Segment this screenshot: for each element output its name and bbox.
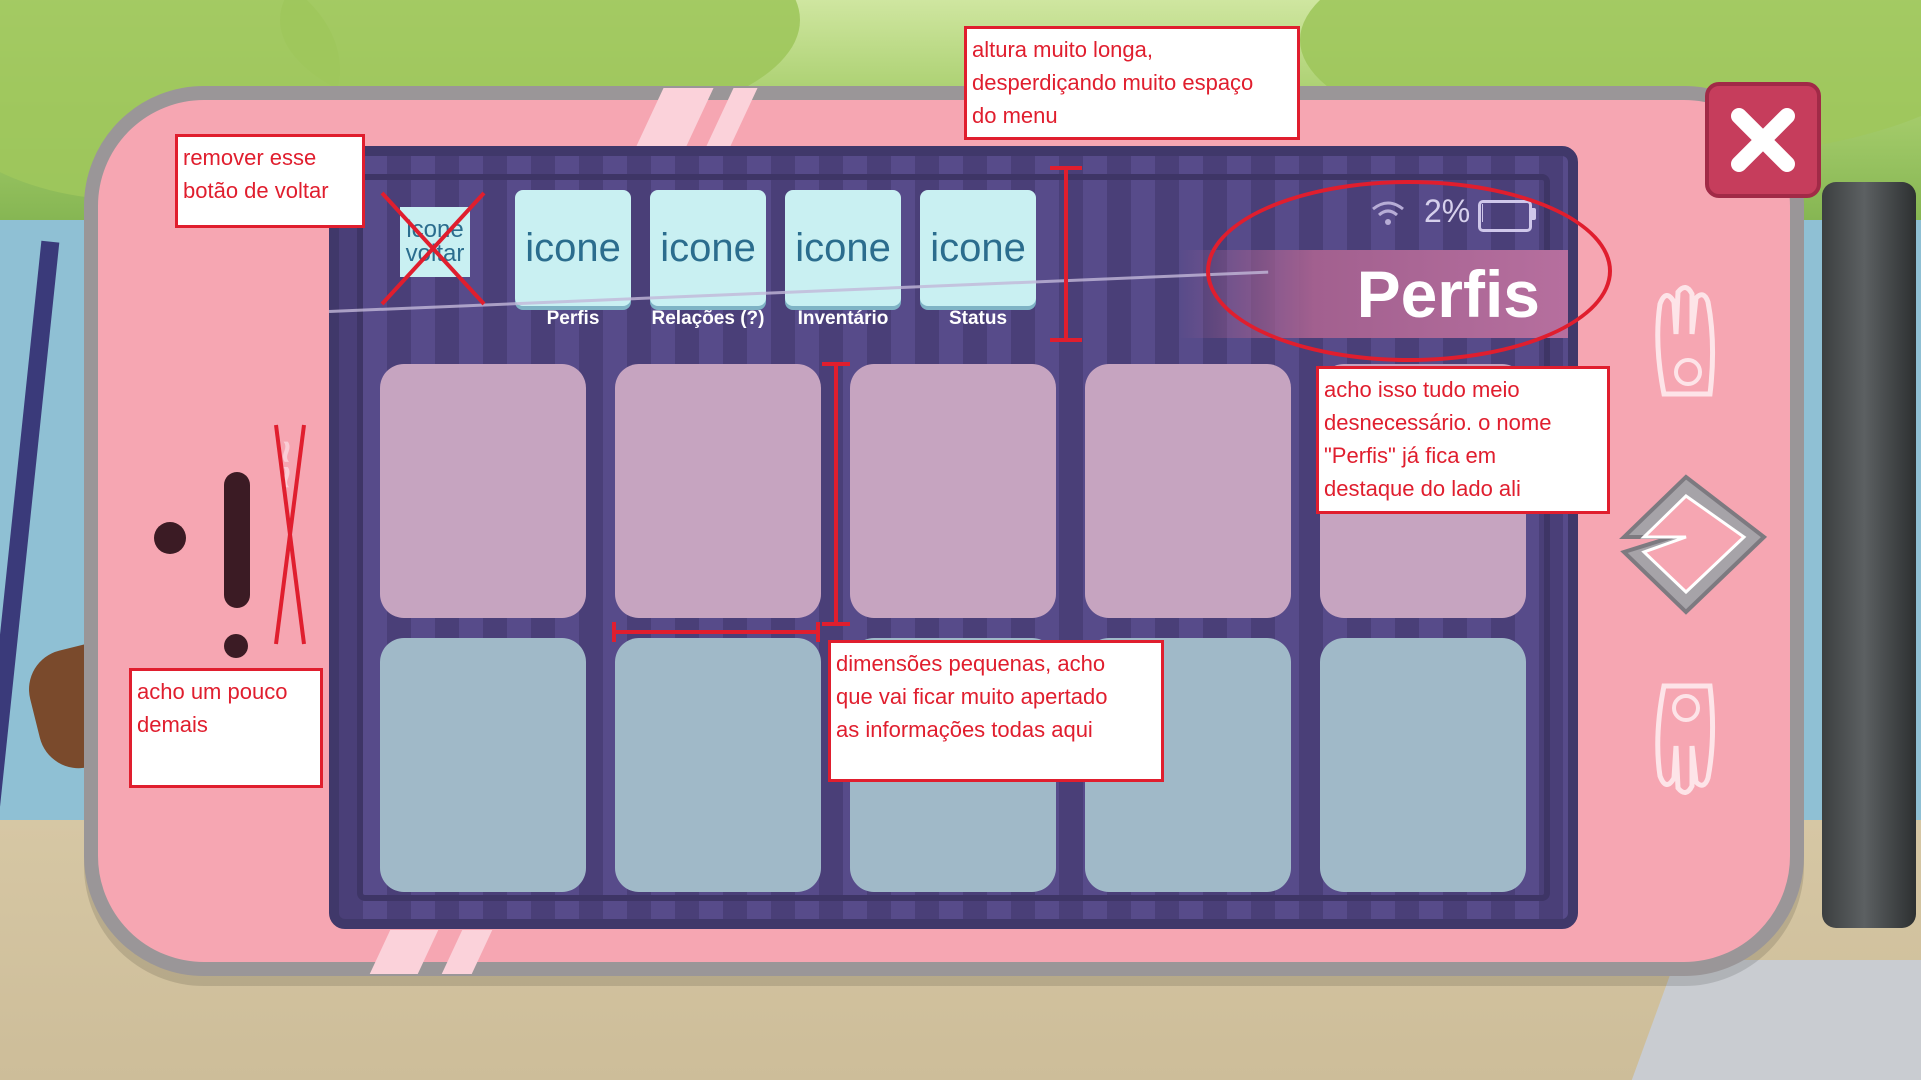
annotation-top: altura muito longa, desperdiçando muito … <box>964 26 1300 140</box>
annotation-cards: dimensões pequenas, acho que vai ficar m… <box>828 640 1164 782</box>
highlight-ellipse <box>1206 180 1612 362</box>
annotation-phone-logo: acho um pouco demais <box>129 668 323 788</box>
annotation-back: remover esse botão de voltar <box>175 134 365 228</box>
annotation-header: acho isso tudo meio desnecessário. o nom… <box>1316 366 1610 514</box>
